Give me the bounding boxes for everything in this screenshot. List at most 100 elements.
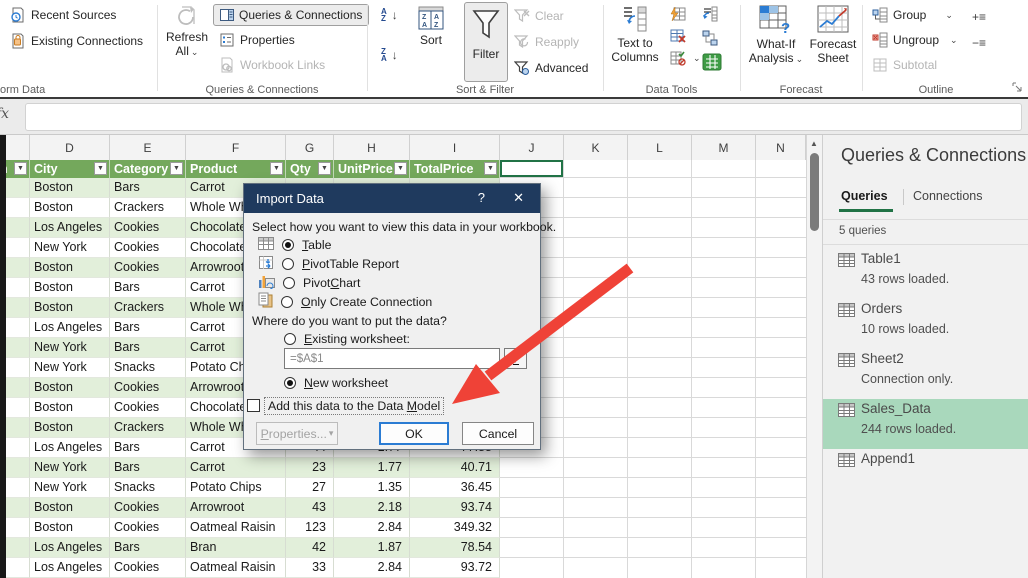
ok-button[interactable]: OK	[379, 422, 449, 445]
fx-button[interactable]: fx	[0, 106, 9, 122]
cell[interactable]: 36.45	[410, 478, 500, 498]
cell[interactable]: 1.77	[334, 458, 410, 478]
cell[interactable]: Cookies	[110, 218, 186, 238]
cell-reference-input[interactable]: =$A$1	[284, 348, 500, 369]
view-option-table[interactable]: Table	[258, 236, 331, 253]
cell[interactable]: Los Angeles	[30, 438, 110, 458]
formula-input[interactable]	[25, 103, 1022, 131]
column-header-L[interactable]: L	[628, 135, 692, 160]
sort-az-button[interactable]: AZ↓	[381, 8, 398, 22]
cell[interactable]: Bars	[110, 538, 186, 558]
cell[interactable]: Los Angeles	[30, 318, 110, 338]
cell[interactable]: Cookies	[110, 498, 186, 518]
cell[interactable]: Boston	[30, 298, 110, 318]
cell[interactable]: 23	[286, 458, 334, 478]
cell[interactable]: Bars	[110, 318, 186, 338]
cell[interactable]: 27	[286, 478, 334, 498]
ungroup-button[interactable]: Ungroup ⌄	[872, 32, 958, 48]
cell[interactable]: 2.84	[334, 558, 410, 578]
cell[interactable]: 42	[286, 538, 334, 558]
subtotal-button[interactable]: Subtotal	[872, 57, 937, 73]
view-option-pivotchart[interactable]: PivotChart	[258, 274, 360, 291]
cell[interactable]: Boston	[30, 498, 110, 518]
cell[interactable]: Boston	[30, 518, 110, 538]
column-header-D[interactable]: D	[30, 135, 110, 160]
query-item-table1[interactable]: Table143 rows loaded.	[823, 249, 1028, 299]
query-item-orders[interactable]: Orders10 rows loaded.	[823, 299, 1028, 349]
cell[interactable]: Bars	[110, 458, 186, 478]
cell[interactable]: Los Angeles	[30, 558, 110, 578]
cell[interactable]: 93.72	[410, 558, 500, 578]
column-header-N[interactable]: N	[756, 135, 806, 160]
cell[interactable]: 1.35	[334, 478, 410, 498]
column-header-J[interactable]: J	[500, 135, 564, 160]
cell[interactable]: 93.74	[410, 498, 500, 518]
existing-connections-button[interactable]: Existing Connections	[10, 33, 143, 49]
table-row[interactable]: Los AngelesCookiesOatmeal Raisin332.8493…	[0, 558, 500, 578]
filter-dropdown-icon[interactable]: ▼	[170, 162, 183, 175]
cell[interactable]: Crackers	[110, 298, 186, 318]
properties-dialog-button[interactable]: Properties...▾	[256, 422, 338, 445]
close-icon[interactable]: ✕	[513, 190, 524, 206]
filter-dropdown-icon[interactable]: ▼	[318, 162, 331, 175]
workbook-links-button[interactable]: Workbook Links	[219, 57, 325, 73]
cell[interactable]: 33	[286, 558, 334, 578]
flash-fill-button[interactable]	[670, 6, 686, 22]
radio-new-worksheet[interactable]	[284, 377, 296, 389]
column-header-H[interactable]: H	[334, 135, 410, 160]
show-detail-button[interactable]: +≡	[972, 10, 986, 24]
radio-table[interactable]	[282, 239, 294, 251]
clear-filter-button[interactable]: Clear	[514, 8, 564, 24]
query-item-sales_data[interactable]: Sales_Data244 rows loaded.	[823, 399, 1028, 449]
filter-dropdown-icon[interactable]: ▼	[394, 162, 407, 175]
hide-detail-button[interactable]: −≡	[972, 36, 986, 50]
filter-button[interactable]: Filter	[464, 2, 508, 82]
cell[interactable]: Bars	[110, 338, 186, 358]
table-row[interactable]: BostonCookiesOatmeal Raisin1232.84349.32	[0, 518, 500, 538]
cell[interactable]: 123	[286, 518, 334, 538]
data-validation-button[interactable]: ⌄	[670, 50, 701, 66]
view-option-pivottable-report[interactable]: PivotTable Report	[258, 255, 399, 272]
cell[interactable]: Boston	[30, 418, 110, 438]
radio-existing-worksheet[interactable]	[284, 333, 296, 345]
cell[interactable]: New York	[30, 458, 110, 478]
cell[interactable]: Boston	[30, 398, 110, 418]
table-row[interactable]: New YorkBarsCarrot231.7740.71	[0, 458, 500, 478]
column-header-G[interactable]: G	[286, 135, 334, 160]
cell[interactable]: 1.87	[334, 538, 410, 558]
help-icon[interactable]: ?	[478, 190, 485, 205]
sort-button[interactable]: ZAAZ Sort	[406, 6, 456, 47]
relationships-button[interactable]	[702, 30, 718, 46]
vertical-scrollbar[interactable]: ▲	[806, 135, 822, 578]
cell[interactable]: Los Angeles	[30, 218, 110, 238]
cell[interactable]: Cookies	[110, 258, 186, 278]
cell[interactable]: 349.32	[410, 518, 500, 538]
cell[interactable]: Oatmeal Raisin	[186, 518, 286, 538]
refresh-all-button[interactable]: Refresh All⌄	[162, 4, 212, 59]
what-if-analysis-button[interactable]: ? What-If Analysis⌄	[748, 5, 804, 66]
column-header-E[interactable]: E	[110, 135, 186, 160]
radio-only-create-connection[interactable]	[281, 296, 293, 308]
cancel-button[interactable]: Cancel	[462, 422, 534, 445]
column-header-I[interactable]: I	[410, 135, 500, 160]
selected-cell-J1[interactable]	[500, 160, 563, 177]
outline-dialog-launcher-icon[interactable]	[1012, 82, 1022, 95]
cell[interactable]: New York	[30, 238, 110, 258]
cell[interactable]: Boston	[30, 278, 110, 298]
table-row[interactable]: Los AngelesBarsBran421.8778.54	[0, 538, 500, 558]
cell[interactable]: Boston	[30, 258, 110, 278]
cell[interactable]: New York	[30, 338, 110, 358]
recent-sources-button[interactable]: Recent Sources	[10, 7, 116, 23]
column-header-F[interactable]: F	[186, 135, 286, 160]
view-option-only-create-connection[interactable]: Only Create Connection	[258, 293, 432, 310]
radio-pivotchart[interactable]	[283, 277, 295, 289]
cell[interactable]: Cookies	[110, 558, 186, 578]
text-to-columns-button[interactable]: Text to Columns	[608, 5, 662, 64]
cell[interactable]: New York	[30, 358, 110, 378]
table-row[interactable]: BostonCookiesArrowroot432.1893.74	[0, 498, 500, 518]
tab-connections[interactable]: Connections	[913, 189, 983, 203]
collapse-dialog-button[interactable]: ↑	[504, 348, 527, 369]
existing-worksheet-option[interactable]: Existing worksheet:	[284, 330, 410, 347]
cell[interactable]: Cookies	[110, 378, 186, 398]
scroll-up-icon[interactable]: ▲	[810, 139, 818, 148]
